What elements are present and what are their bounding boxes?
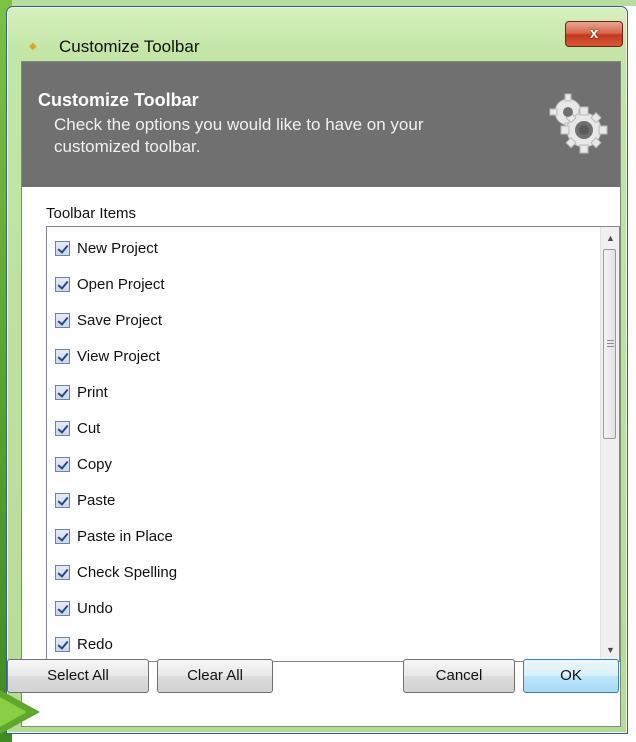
checkbox-checked-icon[interactable] (55, 457, 70, 472)
gear-icon (549, 93, 608, 154)
title-bar[interactable]: ◆ Customize Toolbar x (7, 7, 627, 63)
checkbox-checked-icon[interactable] (55, 529, 70, 544)
list-item-undo[interactable]: Undo (53, 591, 593, 627)
checkbox-checked-icon[interactable] (55, 241, 70, 256)
list-item-print[interactable]: Print (53, 375, 593, 411)
list-item-redo[interactable]: Redo (53, 627, 593, 661)
cancel-button[interactable]: Cancel (403, 659, 515, 693)
list-item-view-project[interactable]: View Project (53, 339, 593, 375)
customize-toolbar-dialog: ◆ Customize Toolbar x Customize Toolbar … (6, 6, 628, 734)
checkbox-checked-icon[interactable] (55, 421, 70, 436)
scroll-down-icon[interactable]: ▼ (601, 641, 619, 659)
checkbox-checked-icon[interactable] (55, 493, 70, 508)
list-item-save-project[interactable]: Save Project (53, 303, 593, 339)
scroll-grip-line (607, 346, 614, 347)
list-item-label: Undo (77, 600, 113, 617)
checkbox-checked-icon[interactable] (55, 277, 70, 292)
header-band: Customize Toolbar Check the options you … (22, 62, 620, 187)
list-item-copy[interactable]: Copy (53, 447, 593, 483)
list-item-paste[interactable]: Paste (53, 483, 593, 519)
list-item-label: Paste in Place (77, 528, 173, 545)
list-item-label: Check Spelling (77, 564, 178, 581)
list-item-label: New Project (77, 240, 158, 257)
header-title: Customize Toolbar (38, 90, 199, 110)
list-item-check-spelling[interactable]: Check Spelling (53, 555, 593, 591)
checkbox-checked-icon[interactable] (55, 349, 70, 364)
list-item-label: View Project (77, 348, 161, 365)
header-description: Check the options you would like to have… (54, 115, 424, 156)
list-item-label: Print (77, 384, 108, 401)
list-item-label: Paste (77, 492, 116, 509)
clear-all-button[interactable]: Clear All (157, 659, 273, 693)
list-item-paste-in-place[interactable]: Paste in Place (53, 519, 593, 555)
checkbox-checked-icon[interactable] (55, 313, 70, 328)
list-item-label: Open Project (77, 276, 165, 293)
scroll-grip-line (607, 340, 614, 341)
dialog-content: Customize Toolbar Check the options you … (21, 61, 621, 727)
list-item-label: Copy (77, 456, 113, 473)
close-button[interactable]: x (565, 21, 623, 47)
checkbox-checked-icon[interactable] (55, 637, 70, 652)
close-icon: x (589, 25, 599, 42)
toolbar-items-list[interactable]: New Project Open Project Save Project Vi… (46, 226, 620, 662)
pointer-arrow-highlight (0, 696, 27, 728)
list-item-new-project[interactable]: New Project (53, 231, 593, 267)
window-title: Customize Toolbar (59, 37, 200, 56)
select-all-button[interactable]: Select All (7, 659, 149, 693)
list-item-label: Cut (77, 420, 101, 437)
ok-button[interactable]: OK (523, 659, 619, 693)
checkbox-checked-icon[interactable] (55, 565, 70, 580)
checkbox-checked-icon[interactable] (55, 385, 70, 400)
list-item-open-project[interactable]: Open Project (53, 267, 593, 303)
scroll-up-icon[interactable]: ▲ (601, 229, 619, 247)
list-item-cut[interactable]: Cut (53, 411, 593, 447)
list-item-label: Save Project (77, 312, 163, 329)
scroll-grip-line (607, 343, 614, 344)
scroll-thumb[interactable] (603, 249, 616, 439)
list-scrollbar[interactable]: ▲ ▼ (600, 227, 619, 661)
toolbar-items-label: Toolbar Items (46, 205, 137, 222)
app-icon: ◆ (29, 41, 37, 52)
checkbox-checked-icon[interactable] (55, 601, 70, 616)
list-item-label: Redo (77, 636, 113, 653)
